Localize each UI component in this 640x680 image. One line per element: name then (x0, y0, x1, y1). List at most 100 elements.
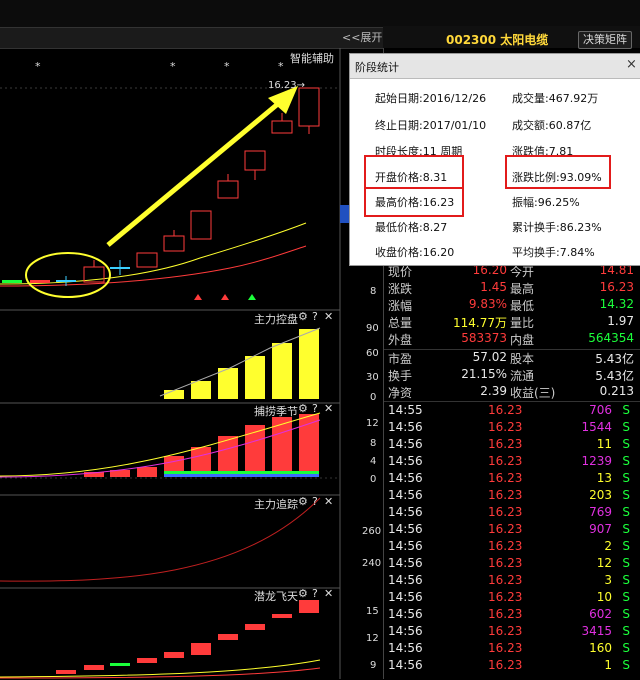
chart-area[interactable]: 智能辅助 * * * * 16.23→ 8 主力控盘 ⚙ ? ✕ 90 60 3… (0, 48, 383, 679)
band (164, 471, 319, 474)
quote-label: 股本 (510, 352, 535, 366)
tick-price: 16.23 (488, 573, 523, 587)
quote-value: 16.23 (599, 280, 634, 294)
tick-side: S (622, 471, 630, 485)
gear-icon[interactable]: ⚙ (298, 402, 308, 415)
tick-row[interactable]: 14:56 16.23 10 S (384, 590, 640, 607)
tick-price: 16.23 (488, 403, 523, 417)
tick-time: 14:56 (388, 573, 423, 587)
tick-volume: 160 (589, 641, 612, 655)
help-icon[interactable]: ? (312, 495, 318, 508)
close-icon[interactable]: ✕ (324, 495, 333, 508)
bar (110, 663, 130, 666)
tick-row[interactable]: 14:56 16.23 907 S (384, 522, 640, 539)
quote-value: 1.45 (480, 280, 507, 294)
close-icon[interactable]: ✕ (324, 587, 333, 600)
axis-value: 8 (370, 438, 377, 449)
tick-time: 14:56 (388, 471, 423, 485)
tick-side: S (622, 573, 630, 587)
quote-label: 外盘 (388, 333, 413, 347)
tick-row[interactable]: 14:56 16.23 12 S (384, 556, 640, 573)
quote-label: 净资 (388, 386, 413, 400)
chart-toolbar (0, 27, 383, 49)
tick-price: 16.23 (488, 420, 523, 434)
tick-row[interactable]: 14:56 16.23 602 S (384, 607, 640, 624)
tick-price: 16.23 (488, 522, 523, 536)
gear-icon[interactable]: ⚙ (298, 587, 308, 600)
tick-time: 14:56 (388, 454, 423, 468)
pane-title-main-tracking: 主力追踪 (254, 498, 298, 511)
tick-time: 14:56 (388, 624, 423, 638)
tick-row[interactable]: 14:56 16.23 11 S (384, 437, 640, 454)
close-icon[interactable]: ✕ (324, 402, 333, 415)
axis-value: 0 (370, 474, 377, 485)
help-icon[interactable]: ? (312, 587, 318, 600)
tick-row[interactable]: 14:56 16.23 769 S (384, 505, 640, 522)
axis-value: 12 (366, 418, 379, 429)
decision-matrix-button[interactable]: 决策矩阵 (578, 31, 632, 49)
tick-price: 16.23 (488, 488, 523, 502)
bar (299, 600, 319, 613)
tick-row[interactable]: 14:56 16.23 2 S (384, 539, 640, 556)
help-icon[interactable]: ? (312, 402, 318, 415)
tick-volume: 3 (604, 573, 612, 587)
tick-volume: 12 (596, 556, 612, 570)
bar (272, 343, 292, 399)
tick-time: 14:56 (388, 556, 423, 570)
tick-time: 14:55 (388, 403, 423, 417)
gear-icon[interactable]: ⚙ (298, 495, 308, 508)
tick-row[interactable]: 14:56 16.23 160 S (384, 641, 640, 658)
tick-side: S (622, 437, 630, 451)
tick-row[interactable]: 14:56 16.23 3415 S (384, 624, 640, 641)
quote-row: 净资 2.39 收益(三) 0.213 (384, 384, 640, 401)
tick-list[interactable]: 14:55 16.23 706 S 14:56 16.23 1544 S 14:56 16.23 1… (384, 401, 640, 680)
tick-side: S (622, 658, 630, 672)
quote-label: 涨幅 (388, 299, 413, 313)
smart-assist-label[interactable]: 智能辅助 (290, 50, 334, 66)
tick-row[interactable]: 14:56 16.23 3 S (384, 573, 640, 590)
tick-row[interactable]: 14:56 16.23 203 S (384, 488, 640, 505)
tick-time: 14:56 (388, 505, 423, 519)
tick-row[interactable]: 14:55 16.23 706 S (384, 403, 640, 420)
tick-side: S (622, 590, 630, 604)
close-icon[interactable]: × (626, 57, 637, 72)
highlight-ellipse (25, 252, 111, 298)
popup-header: 阶段统计 × (350, 54, 640, 79)
signal-marker (194, 294, 202, 300)
quote-value: 14.32 (599, 297, 634, 311)
axis-value: 8 (370, 286, 377, 297)
quote-value: 5.43亿 (595, 369, 634, 383)
tick-side: S (622, 522, 630, 536)
axis-value: 30 (366, 372, 379, 383)
axis-value: 12 (366, 633, 379, 644)
quote-value: 57.02 (472, 350, 507, 364)
quote-label: 总量 (388, 316, 413, 330)
quote-label: 收益(三) (510, 386, 556, 400)
bar (84, 665, 104, 670)
tick-price: 16.23 (488, 658, 523, 672)
quote-value: 1.97 (607, 314, 634, 328)
quote-panel: 现价 16.20 今开 14.81 涨跌 1.45 最高 16.23 涨幅 9.… (384, 262, 640, 400)
scroll-handle[interactable] (340, 205, 349, 223)
expand-button[interactable]: <<展开 (342, 29, 382, 45)
quote-value: 114.77万 (453, 316, 507, 330)
tick-volume: 1239 (581, 454, 612, 468)
candle (2, 280, 22, 283)
candle (190, 210, 212, 240)
axis-value: 60 (366, 348, 379, 359)
help-icon[interactable]: ? (312, 310, 318, 323)
bar (245, 356, 265, 399)
close-icon[interactable]: ✕ (324, 310, 333, 323)
quote-value: 0.213 (599, 384, 634, 398)
quote-row: 市盈 57.02 股本 5.43亿 (384, 350, 640, 367)
candle (244, 150, 266, 171)
tick-row[interactable]: 14:56 16.23 1544 S (384, 420, 640, 437)
tick-side: S (622, 488, 630, 502)
gear-icon[interactable]: ⚙ (298, 310, 308, 323)
quote-row: 换手 21.15% 流通 5.43亿 (384, 367, 640, 384)
tick-row[interactable]: 14:56 16.23 1 S (384, 658, 640, 675)
popup-title: 阶段统计 (355, 61, 399, 74)
tick-row[interactable]: 14:56 16.23 13 S (384, 471, 640, 488)
tick-row[interactable]: 14:56 16.23 1239 S (384, 454, 640, 471)
candle (163, 235, 185, 252)
